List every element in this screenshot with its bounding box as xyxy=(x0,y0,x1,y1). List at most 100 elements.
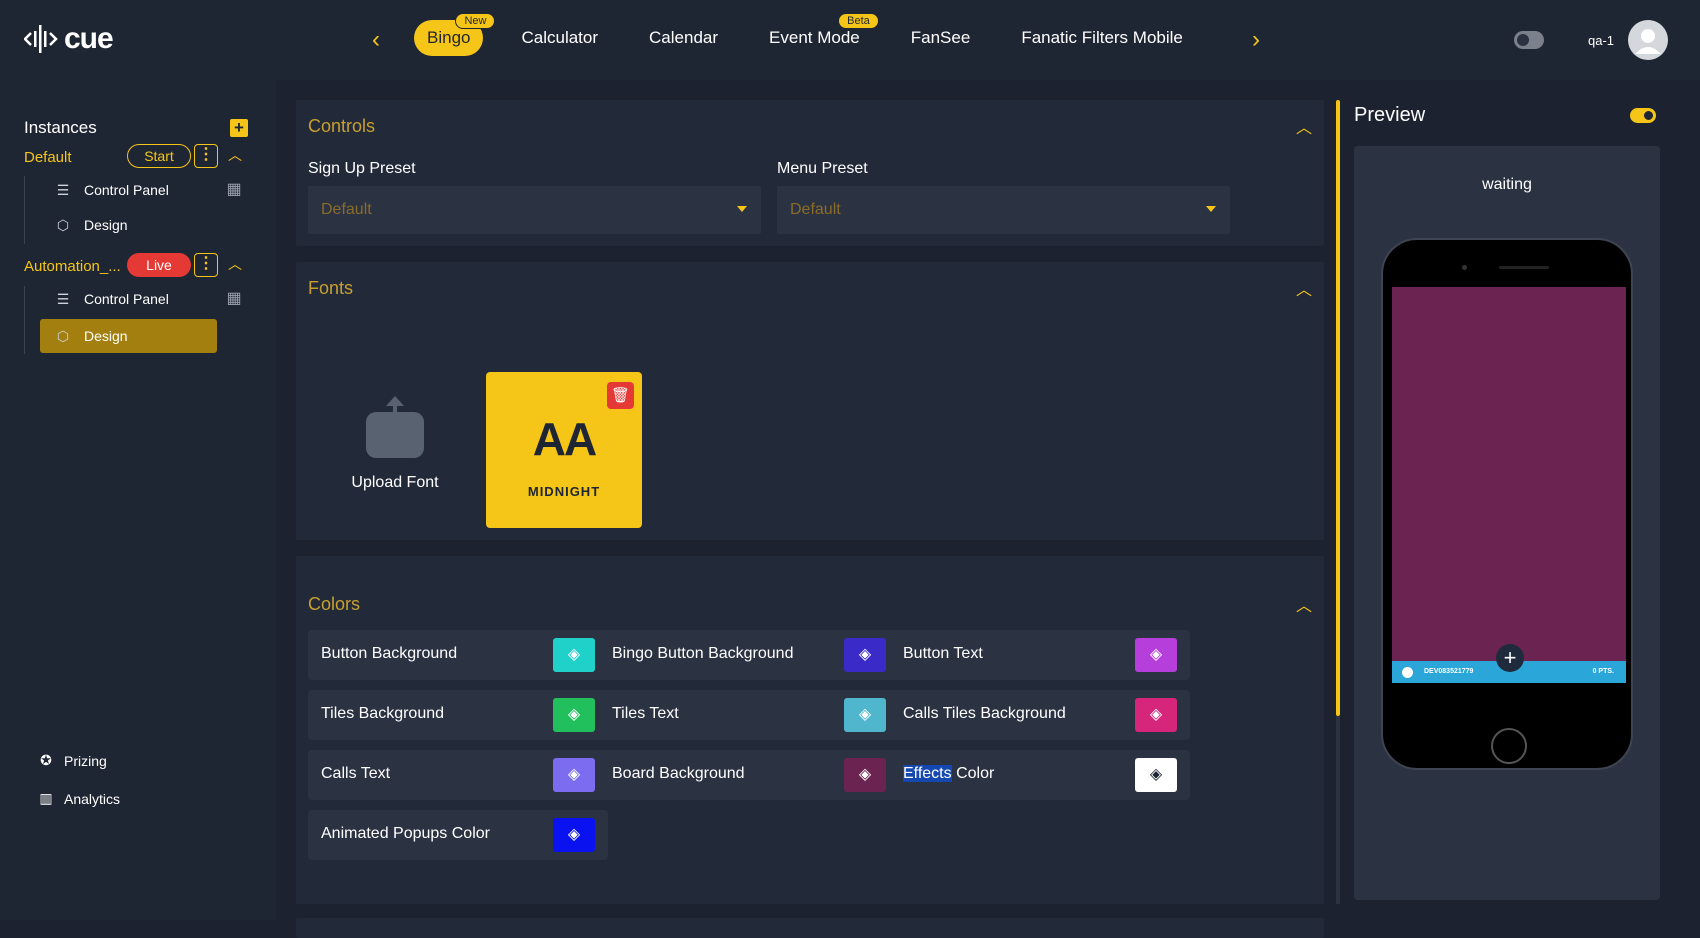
chevron-up-icon[interactable]: ︿ xyxy=(1296,276,1312,300)
chevron-up-icon[interactable]: ︿ xyxy=(1296,114,1312,138)
app-tabs: Bingo New Calculator Calendar Event Mode… xyxy=(414,13,1221,56)
trash-icon[interactable]: 🗑 xyxy=(607,382,634,409)
fonts-panel: Fonts ︿ Upload Font 🗑 AA MIDNIGHT xyxy=(296,262,1324,540)
sidebar-item-analytics[interactable]: ▥ Analytics xyxy=(36,790,120,807)
paint-bucket-icon[interactable]: ◈ xyxy=(553,638,595,672)
paint-bucket-icon[interactable]: ◈ xyxy=(1135,638,1177,672)
color-setting-row[interactable]: Animated Popups Color ◈ xyxy=(308,810,608,860)
instance-name: Automation_... xyxy=(24,258,121,275)
color-setting-row[interactable]: Button Text ◈ xyxy=(890,630,1190,680)
chevron-up-icon[interactable]: ︿ xyxy=(1296,592,1312,616)
sliders-icon: ☰ xyxy=(56,181,70,198)
instance-default[interactable]: Default Start ⋮ ︿ xyxy=(24,144,254,170)
chart-icon: ▥ xyxy=(39,790,53,806)
upload-label: Upload Font xyxy=(351,474,439,491)
tab-bingo[interactable]: Bingo New xyxy=(414,13,496,56)
start-button[interactable]: Start xyxy=(127,144,191,168)
paint-bucket-icon[interactable]: ◈ xyxy=(553,818,595,852)
cube-icon: ⬡ xyxy=(56,327,70,344)
nav-next-icon[interactable]: › xyxy=(1246,28,1266,52)
sidebar-item-control-panel[interactable]: ☰ Control Panel xyxy=(40,282,217,316)
font-name: MIDNIGHT xyxy=(527,484,601,499)
chevron-up-icon[interactable]: ︿ xyxy=(228,145,242,165)
panel-title: Controls xyxy=(308,116,376,136)
qr-code-icon[interactable]: ▦ xyxy=(224,180,244,200)
color-label: Button Background xyxy=(321,645,458,662)
plus-icon[interactable]: + xyxy=(1496,644,1524,672)
logo-text: cue xyxy=(64,22,114,55)
color-label: Animated Popups Color xyxy=(321,825,490,842)
upload-font-button[interactable]: Upload Font xyxy=(340,396,450,492)
chevron-up-icon[interactable]: ︿ xyxy=(228,254,242,274)
paint-bucket-icon[interactable]: ◈ xyxy=(1135,758,1177,792)
paint-bucket-icon[interactable]: ◈ xyxy=(844,758,886,792)
tab-label: Fanatic Filters Mobile xyxy=(1021,28,1183,47)
font-preview: AA xyxy=(532,413,597,465)
nav-prev-icon[interactable]: ‹ xyxy=(366,28,386,52)
sidebar-item-control-panel[interactable]: ☰ Control Panel xyxy=(40,173,217,207)
phone-screen: DEV083521779 0 PTS. + xyxy=(1392,287,1626,683)
panel-title: Fonts xyxy=(308,278,354,298)
theme-toggle[interactable] xyxy=(1514,31,1544,49)
color-setting-row[interactable]: Board Background ◈ xyxy=(599,750,899,800)
color-label: Tiles Background xyxy=(321,705,445,722)
color-label: Tiles Text xyxy=(612,705,679,722)
scrollbar-thumb[interactable] xyxy=(1336,100,1340,716)
camera-icon xyxy=(1462,265,1467,270)
beta-badge: Beta xyxy=(838,13,879,29)
tab-calculator[interactable]: Calculator xyxy=(508,20,611,56)
award-icon: ✪ xyxy=(40,752,52,768)
info-icon xyxy=(1402,667,1413,678)
paint-bucket-icon[interactable]: ◈ xyxy=(844,698,886,732)
paint-bucket-icon[interactable]: ◈ xyxy=(553,698,595,732)
cue-wave-icon xyxy=(24,25,58,53)
tab-calendar[interactable]: Calendar xyxy=(636,20,731,56)
upload-icon xyxy=(366,396,424,458)
tab-fansee[interactable]: FanSee xyxy=(898,20,984,56)
font-card[interactable]: 🗑 AA MIDNIGHT xyxy=(486,372,642,528)
sidebar-item-design-active[interactable]: ⬡ Design xyxy=(40,319,217,353)
menu-preset-select[interactable]: Default xyxy=(777,186,1230,234)
color-setting-row[interactable]: Button Background ◈ xyxy=(308,630,608,680)
user-icon xyxy=(1635,29,1661,54)
color-setting-row[interactable]: Effects Color ◈ xyxy=(890,750,1190,800)
qr-code-icon[interactable]: ▦ xyxy=(224,289,244,309)
live-badge[interactable]: Live xyxy=(127,253,191,277)
sidebar-item-design[interactable]: ⬡ Design xyxy=(40,208,217,242)
scrollbar-track[interactable] xyxy=(1336,716,1340,904)
caret-down-icon xyxy=(737,206,747,212)
tab-event-mode[interactable]: Event Mode Beta xyxy=(756,13,879,56)
avatar[interactable] xyxy=(1628,20,1668,60)
color-setting-row[interactable]: Bingo Button Background ◈ xyxy=(599,630,899,680)
paint-bucket-icon[interactable]: ◈ xyxy=(844,638,886,672)
cube-icon: ⬡ xyxy=(56,216,70,233)
preview-toggle[interactable] xyxy=(1630,108,1656,123)
add-instance-button[interactable]: + xyxy=(230,119,248,137)
color-setting-row[interactable]: Tiles Background ◈ xyxy=(308,690,608,740)
instances-heading: Instances xyxy=(24,118,97,137)
tab-label: Calculator xyxy=(521,28,599,47)
more-options-icon[interactable]: ⋮ xyxy=(194,253,218,277)
tab-fanatic-filters-mobile[interactable]: Fanatic Filters Mobile xyxy=(1008,20,1196,56)
color-setting-row[interactable]: Tiles Text ◈ xyxy=(599,690,899,740)
paint-bucket-icon[interactable]: ◈ xyxy=(553,758,595,792)
instance-automation[interactable]: Automation_... Live ⋮ ︿ xyxy=(24,253,254,279)
tree-line xyxy=(24,286,25,354)
color-setting-row[interactable]: Calls Tiles Background ◈ xyxy=(890,690,1190,740)
color-label: Effects Color xyxy=(903,765,994,783)
points: 0 PTS. xyxy=(1592,668,1614,675)
preview-status: waiting xyxy=(1482,176,1532,193)
sidebar-item-label: Control Panel xyxy=(84,291,169,307)
tab-label: FanSee xyxy=(910,28,971,47)
signup-preset-select[interactable]: Default xyxy=(308,186,761,234)
menu-preset-label: Menu Preset xyxy=(777,160,868,177)
color-setting-row[interactable]: Calls Text ◈ xyxy=(308,750,608,800)
paint-bucket-icon[interactable]: ◈ xyxy=(1135,698,1177,732)
color-label: Calls Text xyxy=(321,765,391,782)
panel-title: Colors xyxy=(308,594,361,614)
more-options-icon[interactable]: ⋮ xyxy=(194,144,218,168)
sliders-icon: ☰ xyxy=(56,290,70,307)
sidebar-item-prizing[interactable]: ✪ Prizing xyxy=(36,752,107,769)
controls-panel: Controls ︿ Sign Up Preset Default Menu P… xyxy=(296,100,1324,246)
cue-logo[interactable]: cue xyxy=(24,22,114,56)
